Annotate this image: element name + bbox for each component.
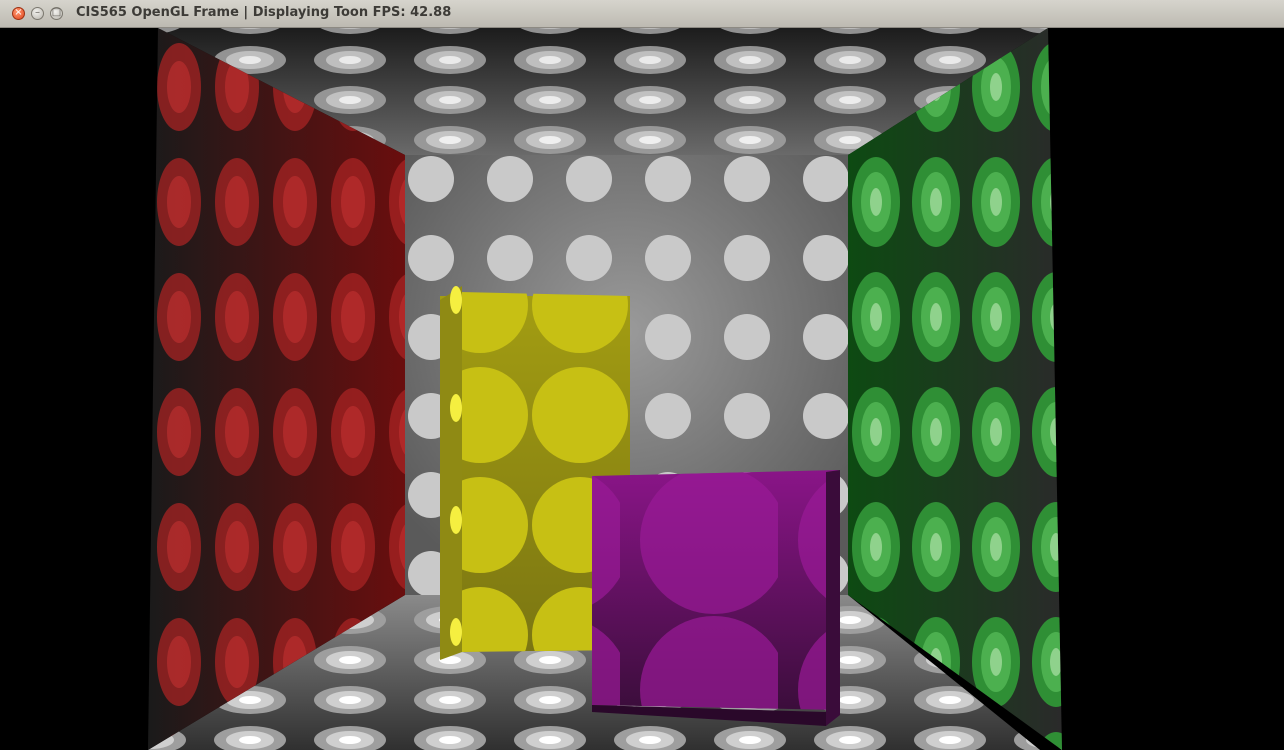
scene-render [148, 28, 1062, 750]
window-maximize-button[interactable]: □ [50, 7, 63, 20]
minimize-icon: – [35, 7, 40, 18]
window-close-button[interactable]: × [12, 7, 25, 20]
opengl-viewport[interactable] [0, 28, 1284, 750]
window-title: CIS565 OpenGL Frame | Displaying Toon FP… [76, 5, 452, 20]
window-titlebar: × – □ CIS565 OpenGL Frame | Displaying T… [0, 0, 1284, 28]
window-minimize-button[interactable]: – [31, 7, 44, 20]
maximize-icon: □ [51, 7, 62, 18]
purple-box [592, 470, 840, 726]
close-icon: × [14, 7, 23, 18]
